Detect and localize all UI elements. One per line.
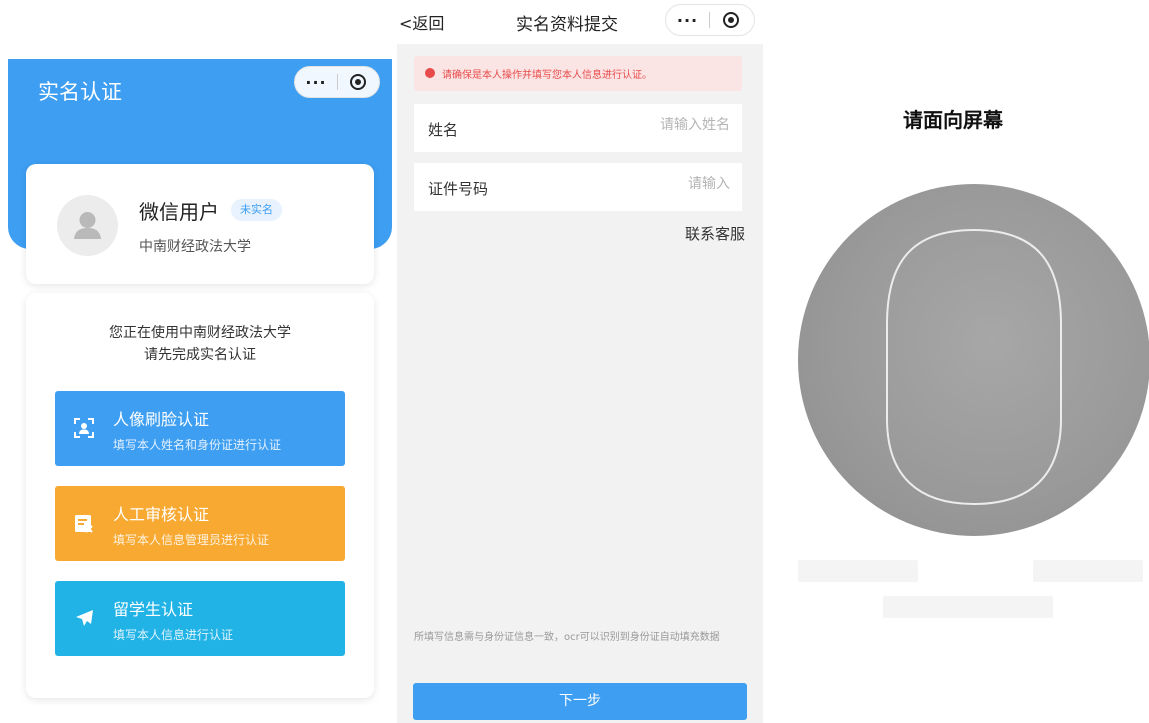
target-icon — [723, 12, 739, 28]
face-auth-button[interactable]: 人像刷脸认证 填写本人姓名和身份证进行认证 — [55, 391, 345, 466]
intro-line-2: 请先完成实名认证 — [144, 347, 256, 363]
avatar — [57, 195, 118, 256]
face-outline-guide — [886, 228, 1062, 506]
nav-bar: <返回 实名资料提交 ··· — [397, 0, 763, 44]
close-miniprogram-button[interactable] — [710, 11, 752, 29]
manual-review-button[interactable]: 人工审核认证 填写本人信息管理员进行认证 — [55, 486, 345, 561]
warning-text: 请确保是本人操作并填写您本人信息进行认证。 — [442, 70, 652, 81]
user-icon — [74, 212, 101, 239]
method-desc: 填写本人信息进行认证 — [113, 628, 234, 642]
id-card-icon — [75, 515, 93, 533]
miniprogram-capsule: ··· — [294, 66, 380, 98]
id-number-row: 证件号码 — [414, 163, 742, 211]
page-title: 实名认证 — [38, 80, 122, 104]
more-menu-button[interactable]: ··· — [666, 11, 709, 30]
info-submit-screen: <返回 实名资料提交 ··· 请确保是本人操作并填写您本人信息进行认证。 姓名 … — [397, 0, 763, 723]
user-card: 微信用户 未实名 中南财经政法大学 — [26, 164, 374, 284]
student-auth-button[interactable]: 留学生认证 填写本人信息进行认证 — [55, 581, 345, 656]
warning-banner: 请确保是本人操作并填写您本人信息进行认证。 — [414, 56, 742, 91]
face-scan-icon — [74, 418, 94, 438]
more-menu-button[interactable]: ··· — [295, 73, 337, 92]
method-title: 人工审核认证 — [113, 505, 210, 524]
back-button[interactable]: <返回 — [399, 10, 444, 34]
id-number-input[interactable] — [550, 176, 730, 192]
faint-text-block — [798, 560, 918, 582]
method-title: 留学生认证 — [113, 600, 194, 619]
faint-text-block — [1033, 560, 1143, 582]
face-capture-screen: 请面向屏幕 — [763, 0, 1149, 723]
name-label: 姓名 — [428, 121, 459, 139]
miniprogram-capsule: ··· — [665, 4, 755, 36]
method-title: 人像刷脸认证 — [113, 410, 210, 429]
faint-text-block — [883, 596, 1053, 618]
intro-line-1: 您正在使用中南财经政法大学 — [109, 325, 291, 341]
airplane-icon — [76, 610, 93, 626]
target-icon — [350, 74, 367, 90]
camera-preview — [798, 184, 1149, 536]
page-title: 实名资料提交 — [516, 15, 618, 35]
status-badge: 未实名 — [231, 199, 282, 221]
warning-icon — [425, 68, 435, 78]
contact-service-link[interactable]: 联系客服 — [685, 223, 745, 244]
name-row: 姓名 — [414, 104, 742, 152]
name-input[interactable] — [550, 117, 730, 133]
next-button[interactable]: 下一步 — [413, 683, 747, 720]
school-name: 中南财经政法大学 — [139, 239, 251, 255]
auth-home-screen: 实名认证 ··· 微信用户 未实名 中南财经政法大学 您正在使用中南财经政法大学… — [0, 0, 395, 723]
ocr-note: 所填写信息需与身份证信息一致，ocr可以识别到身份证自动填充数据 — [414, 632, 720, 643]
user-name: 微信用户 — [139, 200, 219, 224]
method-desc: 填写本人信息管理员进行认证 — [113, 533, 270, 547]
auth-method-card: 您正在使用中南财经政法大学 请先完成实名认证 人像刷脸认证 填写本人姓名和身份证… — [26, 293, 374, 698]
id-number-label: 证件号码 — [428, 180, 489, 198]
method-desc: 填写本人姓名和身份证进行认证 — [113, 438, 282, 452]
face-prompt: 请面向屏幕 — [903, 108, 1003, 132]
close-miniprogram-button[interactable] — [338, 73, 379, 91]
